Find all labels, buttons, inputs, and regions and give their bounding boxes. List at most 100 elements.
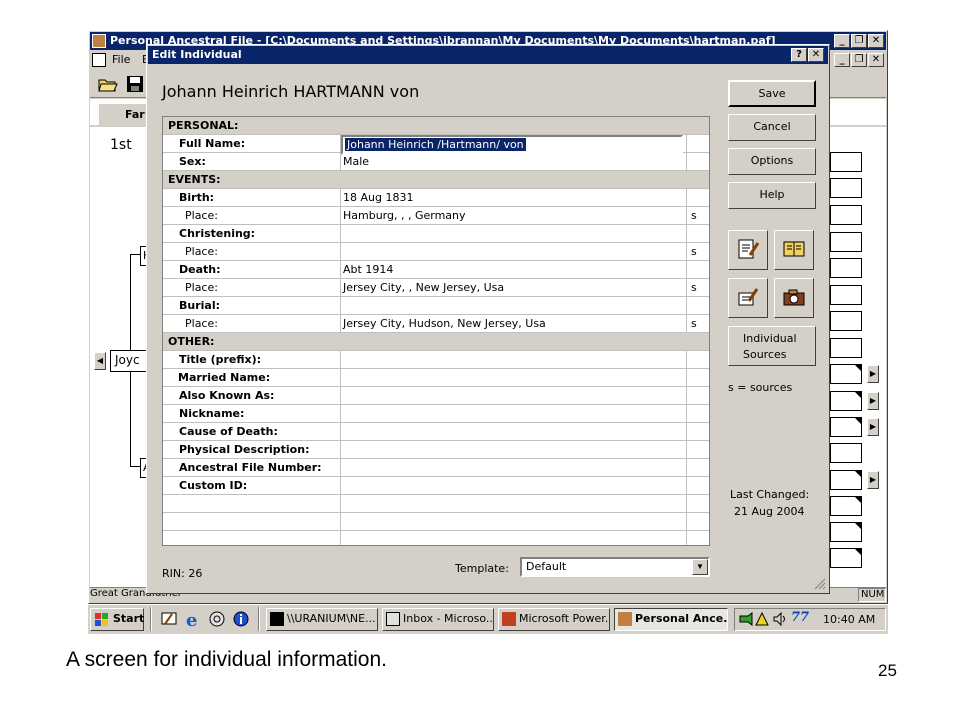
row-birth-place[interactable]: Place: Hamburg, , , Germany s bbox=[163, 207, 709, 225]
slot-marker-triangle bbox=[854, 391, 862, 399]
tree-slot[interactable] bbox=[830, 311, 862, 331]
help-button[interactable]: Help bbox=[728, 182, 816, 209]
full-name-selected-text: Johann Heinrich /Hartmann/ von bbox=[345, 138, 526, 151]
tree-slot[interactable] bbox=[830, 232, 862, 252]
individual-sources-button[interactable]: Individual Sources bbox=[728, 326, 816, 366]
tree-slot[interactable] bbox=[830, 443, 862, 463]
row-married-name[interactable]: Married Name: bbox=[163, 369, 709, 387]
row-christening-place[interactable]: Place: s bbox=[163, 243, 709, 261]
template-select[interactable]: Default ▼ bbox=[520, 557, 710, 577]
tree-slot[interactable] bbox=[830, 178, 862, 198]
individual-fields-grid: PERSONAL: Full Name: Sex: Male EVENTS: B… bbox=[162, 116, 710, 546]
tray-network-icon[interactable] bbox=[739, 612, 753, 626]
row-burial-place[interactable]: Place: Jersey City, Hudson, New Jersey, … bbox=[163, 315, 709, 333]
outlook-icon[interactable] bbox=[208, 610, 226, 628]
row-custom-id[interactable]: Custom ID: bbox=[163, 477, 709, 495]
edit-pencil-button[interactable] bbox=[728, 278, 768, 318]
save-disk-icon[interactable] bbox=[126, 75, 144, 93]
row-death[interactable]: Death: Abt 1914 bbox=[163, 261, 709, 279]
start-button[interactable]: Start bbox=[90, 608, 144, 631]
tray-antivirus-icon[interactable]: 77 bbox=[791, 610, 809, 625]
tree-box-joyce[interactable]: Joyc bbox=[110, 350, 150, 372]
task-powerpoint[interactable]: Microsoft Power... bbox=[498, 608, 610, 631]
source-marker[interactable]: s bbox=[686, 207, 709, 225]
doc-minimize-button[interactable]: _ bbox=[834, 53, 850, 67]
internet-explorer-icon[interactable]: e bbox=[184, 610, 202, 631]
book-icon bbox=[782, 237, 806, 264]
tray-security-icon[interactable] bbox=[755, 611, 769, 626]
doc-close-button[interactable]: ✕ bbox=[868, 53, 884, 67]
tree-slot[interactable] bbox=[830, 338, 862, 358]
tree-left-arrow[interactable]: ◀ bbox=[94, 352, 106, 370]
tree-right-arrow[interactable]: ▶ bbox=[867, 418, 879, 436]
doc-restore-button[interactable]: ❐ bbox=[851, 53, 867, 67]
row-birth[interactable]: Birth: 18 Aug 1831 bbox=[163, 189, 709, 207]
row-sex[interactable]: Sex: Male bbox=[163, 153, 709, 171]
camera-icon bbox=[782, 285, 806, 312]
section-events: EVENTS: bbox=[163, 171, 709, 189]
windows-flag-icon bbox=[95, 613, 109, 626]
menu-file[interactable]: File bbox=[112, 53, 130, 66]
tree-slot[interactable] bbox=[830, 258, 862, 278]
tree-right-arrow[interactable]: ▶ bbox=[867, 471, 879, 489]
options-button[interactable]: Options bbox=[728, 148, 816, 175]
tree-right-arrow[interactable]: ▶ bbox=[867, 365, 879, 383]
camera-button[interactable] bbox=[774, 278, 814, 318]
family-tab-label: Far bbox=[125, 108, 145, 121]
task-personal-ancestral-file[interactable]: Personal Ance... bbox=[614, 608, 728, 631]
dialog-close-button[interactable]: ✕ bbox=[808, 48, 824, 62]
section-personal: PERSONAL: bbox=[163, 117, 709, 135]
source-marker[interactable]: s bbox=[686, 279, 709, 297]
dialog-title: Edit Individual bbox=[152, 48, 242, 61]
edit-pencil-icon bbox=[736, 285, 760, 312]
tree-right-arrow[interactable]: ▶ bbox=[867, 392, 879, 410]
show-desktop-icon[interactable] bbox=[160, 610, 178, 628]
row-physical-description[interactable]: Physical Description: bbox=[163, 441, 709, 459]
close-button[interactable]: ✕ bbox=[868, 34, 884, 48]
doc-icon bbox=[92, 53, 106, 67]
status-num-panel: NUM bbox=[858, 588, 886, 602]
row-nickname[interactable]: Nickname: bbox=[163, 405, 709, 423]
app-icon bbox=[92, 34, 106, 48]
dropdown-arrow-icon[interactable]: ▼ bbox=[692, 559, 708, 575]
tree-slot[interactable] bbox=[830, 152, 862, 172]
powerpoint-icon bbox=[502, 612, 516, 626]
save-button[interactable]: Save bbox=[728, 80, 816, 107]
row-cause-of-death[interactable]: Cause of Death: bbox=[163, 423, 709, 441]
row-death-place[interactable]: Place: Jersey City, , New Jersey, Usa s bbox=[163, 279, 709, 297]
row-ancestral-file-number[interactable]: Ancestral File Number: bbox=[163, 459, 709, 477]
row-christening[interactable]: Christening: bbox=[163, 225, 709, 243]
cancel-button[interactable]: Cancel bbox=[728, 114, 816, 141]
dialog-help-button[interactable]: ? bbox=[791, 48, 807, 62]
restore-button[interactable]: ❐ bbox=[851, 34, 867, 48]
slot-marker-triangle bbox=[854, 548, 862, 556]
tree-line-lower bbox=[130, 372, 131, 466]
app-icon bbox=[618, 612, 632, 626]
slide-caption: A screen for individual information. bbox=[66, 648, 387, 671]
row-burial[interactable]: Burial: bbox=[163, 297, 709, 315]
quicklaunch-separator bbox=[258, 607, 260, 631]
outlook-task-icon bbox=[386, 612, 400, 626]
quicklaunch-separator bbox=[150, 607, 152, 631]
last-changed-label: Last Changed: bbox=[730, 488, 810, 501]
open-folder-icon[interactable] bbox=[98, 75, 118, 93]
edit-notes-button[interactable] bbox=[728, 230, 768, 270]
minimize-button[interactable]: _ bbox=[834, 34, 850, 48]
task-uranium[interactable]: \\URANIUM\NE... bbox=[266, 608, 378, 631]
task-inbox[interactable]: Inbox - Microso... bbox=[382, 608, 494, 631]
tray-volume-icon[interactable] bbox=[773, 611, 787, 627]
tree-line-upper bbox=[130, 254, 131, 350]
console-icon bbox=[270, 612, 284, 626]
row-title-prefix[interactable]: Title (prefix): bbox=[163, 351, 709, 369]
slot-marker-triangle bbox=[854, 522, 862, 530]
template-value: Default bbox=[526, 560, 567, 573]
resize-grip-icon[interactable] bbox=[814, 578, 826, 590]
book-button[interactable] bbox=[774, 230, 814, 270]
source-marker[interactable]: s bbox=[686, 243, 709, 261]
source-marker[interactable]: s bbox=[686, 315, 709, 333]
tree-slot[interactable] bbox=[830, 205, 862, 225]
full-name-input[interactable]: Johann Heinrich /Hartmann/ von bbox=[341, 135, 683, 155]
row-also-known-as[interactable]: Also Known As: bbox=[163, 387, 709, 405]
tree-slot[interactable] bbox=[830, 285, 862, 305]
info-icon[interactable] bbox=[232, 610, 250, 628]
